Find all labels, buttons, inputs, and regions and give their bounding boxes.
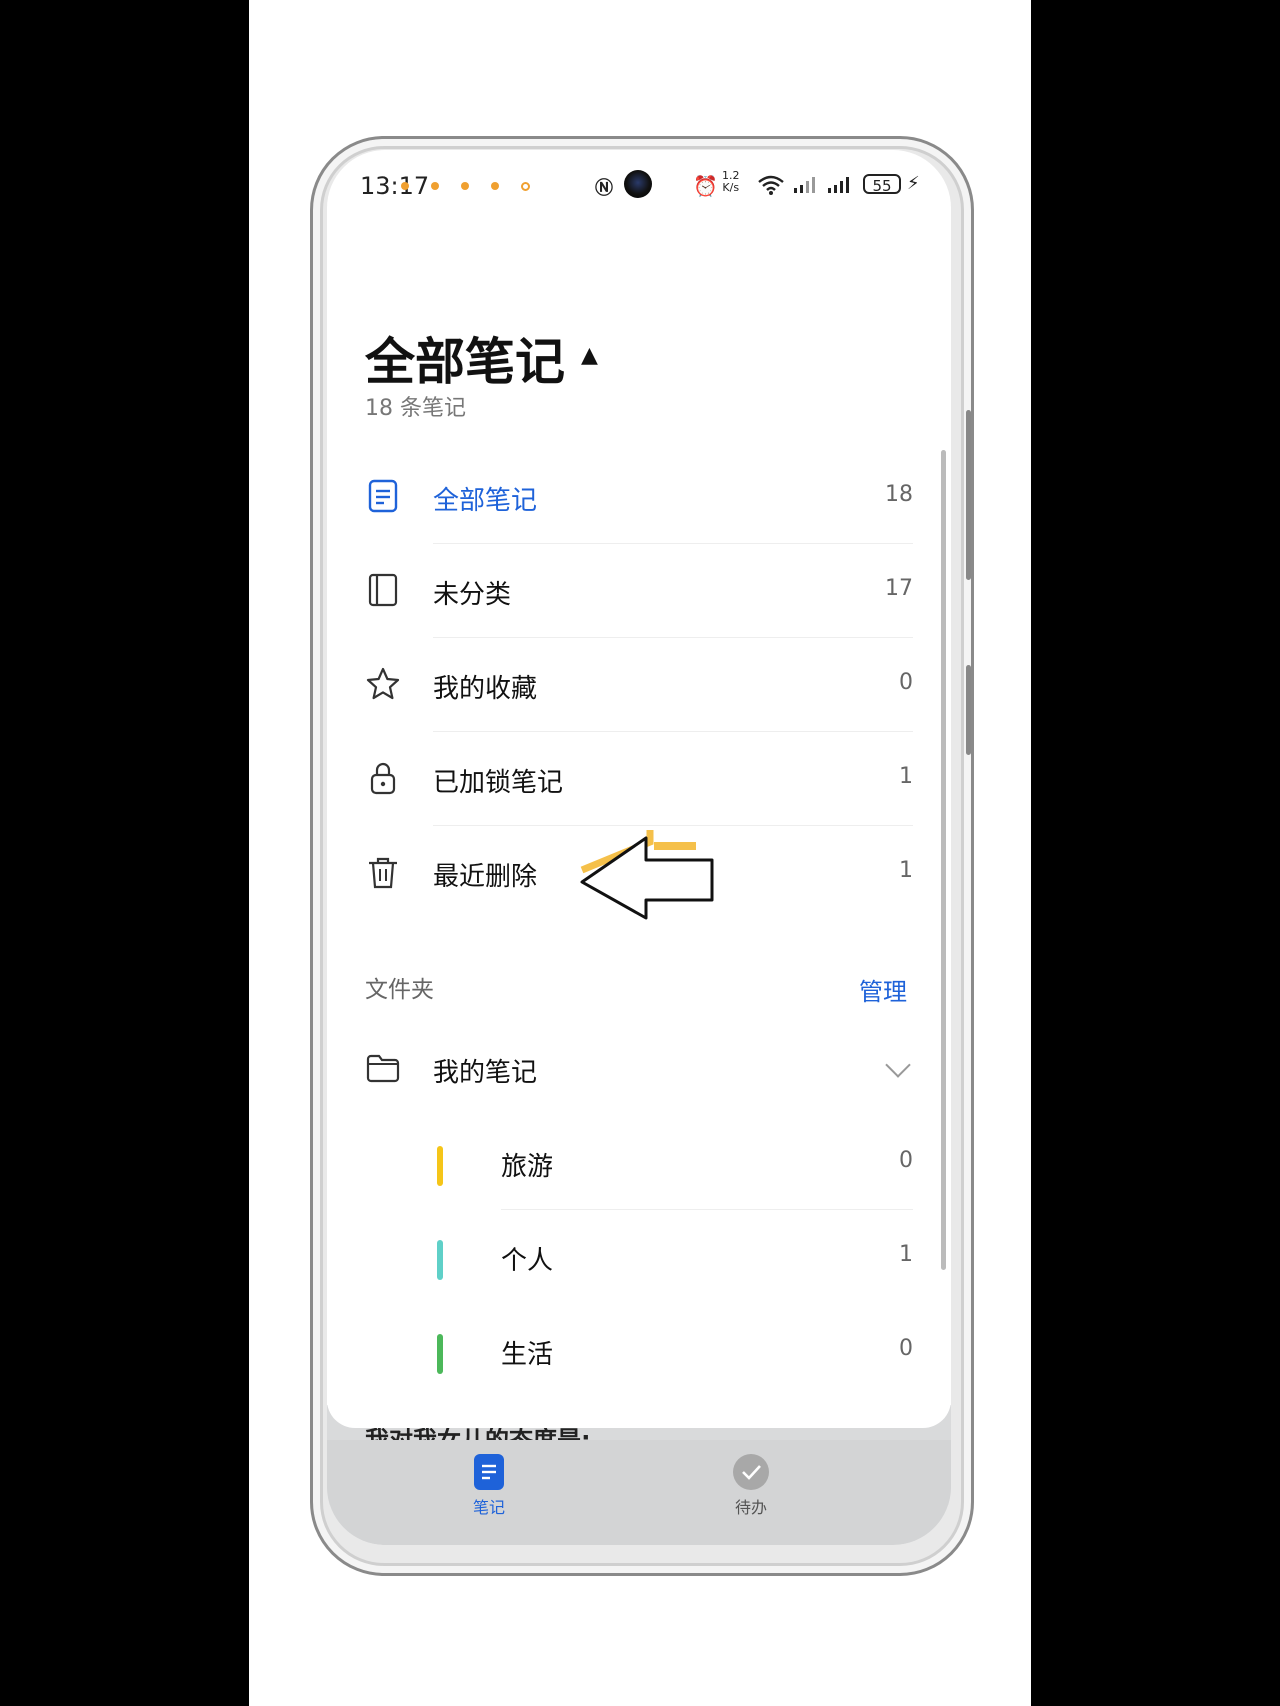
category-uncategorized[interactable]: 未分类 17 <box>327 544 951 638</box>
notes-tab-icon <box>474 1454 504 1490</box>
signal-icon <box>794 177 815 193</box>
category-label: 未分类 <box>433 580 512 610</box>
category-count: 18 <box>885 482 913 507</box>
tab-label: 笔记 <box>472 1498 505 1517</box>
category-label: 已加锁笔记 <box>433 768 564 798</box>
folder-color-tag <box>437 1146 443 1186</box>
chevron-down-icon[interactable] <box>885 1052 911 1078</box>
category-all-notes[interactable]: 全部笔记 18 <box>327 450 951 544</box>
category-favorites[interactable]: 我的收藏 0 <box>327 638 951 732</box>
status-bar: 13:17 Ⓝ ⏰ 1.2 K/s 55 ⚡ <box>327 168 951 208</box>
folder-label: 旅游 <box>501 1152 554 1182</box>
category-count: 1 <box>899 764 913 789</box>
star-icon <box>366 667 400 700</box>
category-label: 我的收藏 <box>433 674 538 704</box>
notification-dot <box>491 182 499 190</box>
power-button <box>966 665 971 755</box>
alarm-icon: ⏰ <box>693 174 718 198</box>
tab-todo[interactable]: 待办 <box>711 1454 791 1518</box>
status-time: 13:17 <box>360 172 430 200</box>
scrollbar[interactable] <box>941 450 946 1270</box>
tab-notes[interactable]: 笔记 <box>449 1454 529 1518</box>
folder-color-tag <box>437 1334 443 1374</box>
page-title[interactable]: 全部笔记 <box>365 322 565 394</box>
note-icon <box>368 479 398 513</box>
network-speed: 1.2 K/s <box>722 169 740 194</box>
notification-dot <box>521 182 530 191</box>
folder-item-travel[interactable]: 旅游 0 <box>327 1116 951 1210</box>
folders-heading: 文件夹 <box>365 977 434 1003</box>
todo-check-icon <box>733 1454 769 1490</box>
lock-icon <box>370 762 396 795</box>
category-label: 最近删除 <box>433 862 538 892</box>
trash-icon <box>369 857 397 889</box>
bottom-tab-bar: 笔记 待办 <box>327 1440 951 1545</box>
drawer-panel-bottom <box>327 1400 951 1428</box>
folder-label: 生活 <box>501 1340 554 1370</box>
folder-group-my-notes[interactable]: 我的笔记 <box>327 1022 951 1116</box>
category-label: 全部笔记 <box>433 486 538 516</box>
annotation-arrow-icon <box>580 830 714 920</box>
note-count: 18 条笔记 <box>365 396 466 421</box>
folder-label: 个人 <box>501 1246 554 1276</box>
category-locked[interactable]: 已加锁笔记 1 <box>327 732 951 826</box>
front-camera <box>624 170 652 198</box>
battery-indicator: 55 <box>863 174 901 195</box>
tab-label: 待办 <box>734 1498 767 1517</box>
category-count: 0 <box>899 670 913 695</box>
folder-item-personal[interactable]: 个人 1 <box>327 1210 951 1304</box>
manage-button[interactable]: 管理 <box>859 972 907 1007</box>
folder-color-tag <box>437 1240 443 1280</box>
category-count: 17 <box>885 576 913 601</box>
nfc-icon: Ⓝ <box>595 178 613 199</box>
folder-label: 我的笔记 <box>433 1058 538 1088</box>
notification-dot <box>401 182 409 190</box>
volume-button <box>966 410 971 580</box>
notification-dot <box>461 182 469 190</box>
folder-count: 1 <box>899 1242 913 1267</box>
notification-dot <box>431 182 439 190</box>
charging-icon: ⚡ <box>907 173 920 194</box>
wifi-icon <box>758 175 784 195</box>
folder-icon <box>366 1054 400 1083</box>
folder-count: 0 <box>899 1336 913 1361</box>
folder-count: 0 <box>899 1148 913 1173</box>
folder-item-life[interactable]: 生活 0 <box>327 1304 951 1398</box>
notebook-icon <box>368 573 398 607</box>
category-count: 1 <box>899 858 913 883</box>
signal-icon <box>828 177 849 193</box>
caret-up-icon[interactable]: ▲ <box>581 343 598 368</box>
